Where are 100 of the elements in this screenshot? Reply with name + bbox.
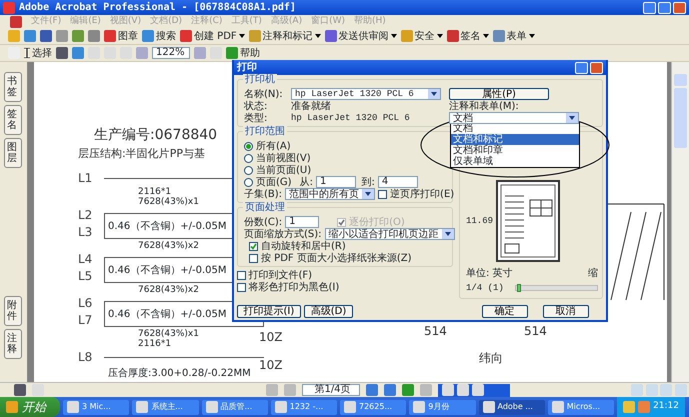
field-label: 状态: <box>244 100 268 112</box>
dropdown-arrow-icon[interactable] <box>442 229 454 239</box>
app-icon <box>552 401 564 413</box>
scaling-select[interactable]: 缩小以适合打印机页边距 <box>324 228 455 240</box>
close-button[interactable] <box>590 62 603 74</box>
toolbar-icon[interactable] <box>56 30 68 42</box>
dropdown-arrow-icon[interactable] <box>362 189 374 199</box>
page-from-field[interactable]: 1 <box>316 176 356 188</box>
dialog-button[interactable]: 取消 <box>542 304 588 318</box>
zoom-field[interactable]: 122% <box>152 47 190 59</box>
toolbar-icon[interactable] <box>8 30 20 42</box>
checkbox[interactable] <box>249 254 258 262</box>
tray-icon <box>638 401 650 413</box>
checkbox[interactable] <box>249 242 258 250</box>
side-tab[interactable]: 图层 <box>4 138 22 168</box>
start-button[interactable]: 开始 <box>0 397 60 417</box>
layout-icon[interactable] <box>646 384 658 396</box>
page-slider[interactable] <box>514 284 598 290</box>
radio-button[interactable] <box>244 154 253 162</box>
layout-icon[interactable] <box>631 384 643 396</box>
toolbar-icon[interactable] <box>24 30 36 42</box>
scroll-up-button[interactable] <box>674 74 687 86</box>
unit-label: 单位: 英寸 <box>466 268 513 278</box>
checkbox-label: 逆页序打印(E) <box>390 188 454 200</box>
toolbar-icon <box>142 30 154 42</box>
toolbar-icon[interactable] <box>72 30 84 42</box>
layout-icon[interactable] <box>660 384 672 396</box>
taskbar-button[interactable]: 9月份 <box>409 400 476 414</box>
dialog-button[interactable]: 确定 <box>482 304 528 318</box>
page-to-field[interactable]: 4 <box>378 176 418 188</box>
layout-icon[interactable] <box>674 384 686 396</box>
toolbar-label: 搜索 <box>156 30 176 44</box>
toolbar-button[interactable]: 注释和标记 <box>248 28 321 44</box>
copies-spinner[interactable]: 1 <box>285 216 320 228</box>
dropdown-arrow-icon[interactable] <box>566 113 578 123</box>
dialog-button[interactable]: 高级(D) <box>304 304 354 318</box>
dropdown-arrow-icon[interactable] <box>428 89 440 99</box>
prepreg-text: 7628(43%)x1 <box>138 329 199 339</box>
toolbar-button[interactable]: 创建 PDF <box>180 28 245 44</box>
app-icon <box>344 401 356 413</box>
toolbar-button[interactable]: 表单 <box>492 28 535 44</box>
toolbar-button[interactable]: 发送供审阅 <box>324 28 397 44</box>
tool-icon[interactable] <box>442 384 454 396</box>
tool-icon[interactable] <box>457 384 469 396</box>
help-button[interactable] <box>575 62 588 74</box>
layer-label: L5 <box>78 268 94 285</box>
checkbox[interactable] <box>378 190 388 198</box>
taskbar-button[interactable]: 系统主... <box>132 400 198 414</box>
checkbox[interactable] <box>236 283 246 292</box>
document-heading: 生产编号:0678840 <box>94 126 218 145</box>
side-tab[interactable]: 注释 <box>4 329 22 359</box>
properties-button[interactable]: 属性(P) <box>449 88 549 100</box>
toolbar-button[interactable]: 签名 <box>446 28 489 44</box>
radio-button[interactable] <box>244 178 253 186</box>
side-tab[interactable]: 签名 <box>4 105 22 135</box>
restore-button[interactable] <box>658 2 671 14</box>
close-button[interactable] <box>673 2 686 14</box>
vertical-scrollbar[interactable] <box>671 62 689 382</box>
page-number-field[interactable]: 第1/4页 <box>302 384 360 396</box>
dropdown-option[interactable]: 文档和标记 <box>451 134 579 145</box>
toolbar-label: 创建 PDF <box>194 30 237 44</box>
toolbar-icon <box>104 30 116 42</box>
taskbar-button[interactable]: 品质管... <box>202 400 268 414</box>
radio-label: 当前页面(U) <box>256 164 312 176</box>
toolbar-icon[interactable] <box>40 30 52 42</box>
toolbar-button[interactable]: 图章 <box>104 28 138 44</box>
comments-select[interactable]: 文档 <box>449 112 579 124</box>
subset-select[interactable]: 范围中的所有页 <box>285 188 376 200</box>
prepreg-text: 7628(43%)x1 <box>138 197 199 207</box>
tool-icon[interactable] <box>472 384 484 396</box>
radio-button[interactable] <box>244 142 253 150</box>
radio-button[interactable] <box>244 166 253 174</box>
taskbar-button[interactable]: Adobe ... <box>478 400 545 414</box>
side-tab[interactable]: 书签 <box>4 72 22 102</box>
text-cursor-icon <box>24 48 30 58</box>
minimize-button[interactable] <box>643 2 656 14</box>
scroll-thumb[interactable] <box>674 88 687 148</box>
checkbox-label: 自动旋转和居中(R) <box>261 240 346 252</box>
checkbox[interactable] <box>236 271 246 280</box>
taskbar-button[interactable]: 1232 -... <box>270 400 337 414</box>
toolbar-label: 安全 <box>414 30 435 44</box>
help-button[interactable]: 帮助 <box>226 46 260 60</box>
dialog-button[interactable]: 打印提示(I) <box>236 304 302 318</box>
dropdown-option[interactable]: 仅表单域 <box>451 156 579 167</box>
app-icon <box>482 401 494 413</box>
checkbox-label: 按 PDF 页面大小选择纸张来源(Z) <box>261 252 412 264</box>
dropdown-option[interactable]: 文档和印章 <box>451 145 579 156</box>
taskbar-button[interactable]: Micros... <box>548 400 614 414</box>
side-tab[interactable]: 附件 <box>4 296 22 326</box>
radio-label: 页面(G) <box>256 176 292 188</box>
printer-select[interactable]: hp LaserJet 1320 PCL 6 <box>291 88 441 100</box>
toolbar-icon[interactable] <box>88 30 100 42</box>
toolbar-label: 注释和标记 <box>262 30 313 44</box>
select-tool-button[interactable]: 选择 <box>24 46 52 60</box>
checkbox-label: 逐份打印(O) <box>349 216 405 228</box>
toolbar-button[interactable]: 搜索 <box>142 28 176 44</box>
taskbar-button[interactable]: 3 Mic... <box>63 400 130 414</box>
toolbar-button[interactable]: 安全 <box>400 28 443 44</box>
field-value: 准备就绪 <box>291 100 331 112</box>
taskbar-button[interactable]: 72625... <box>340 400 406 414</box>
